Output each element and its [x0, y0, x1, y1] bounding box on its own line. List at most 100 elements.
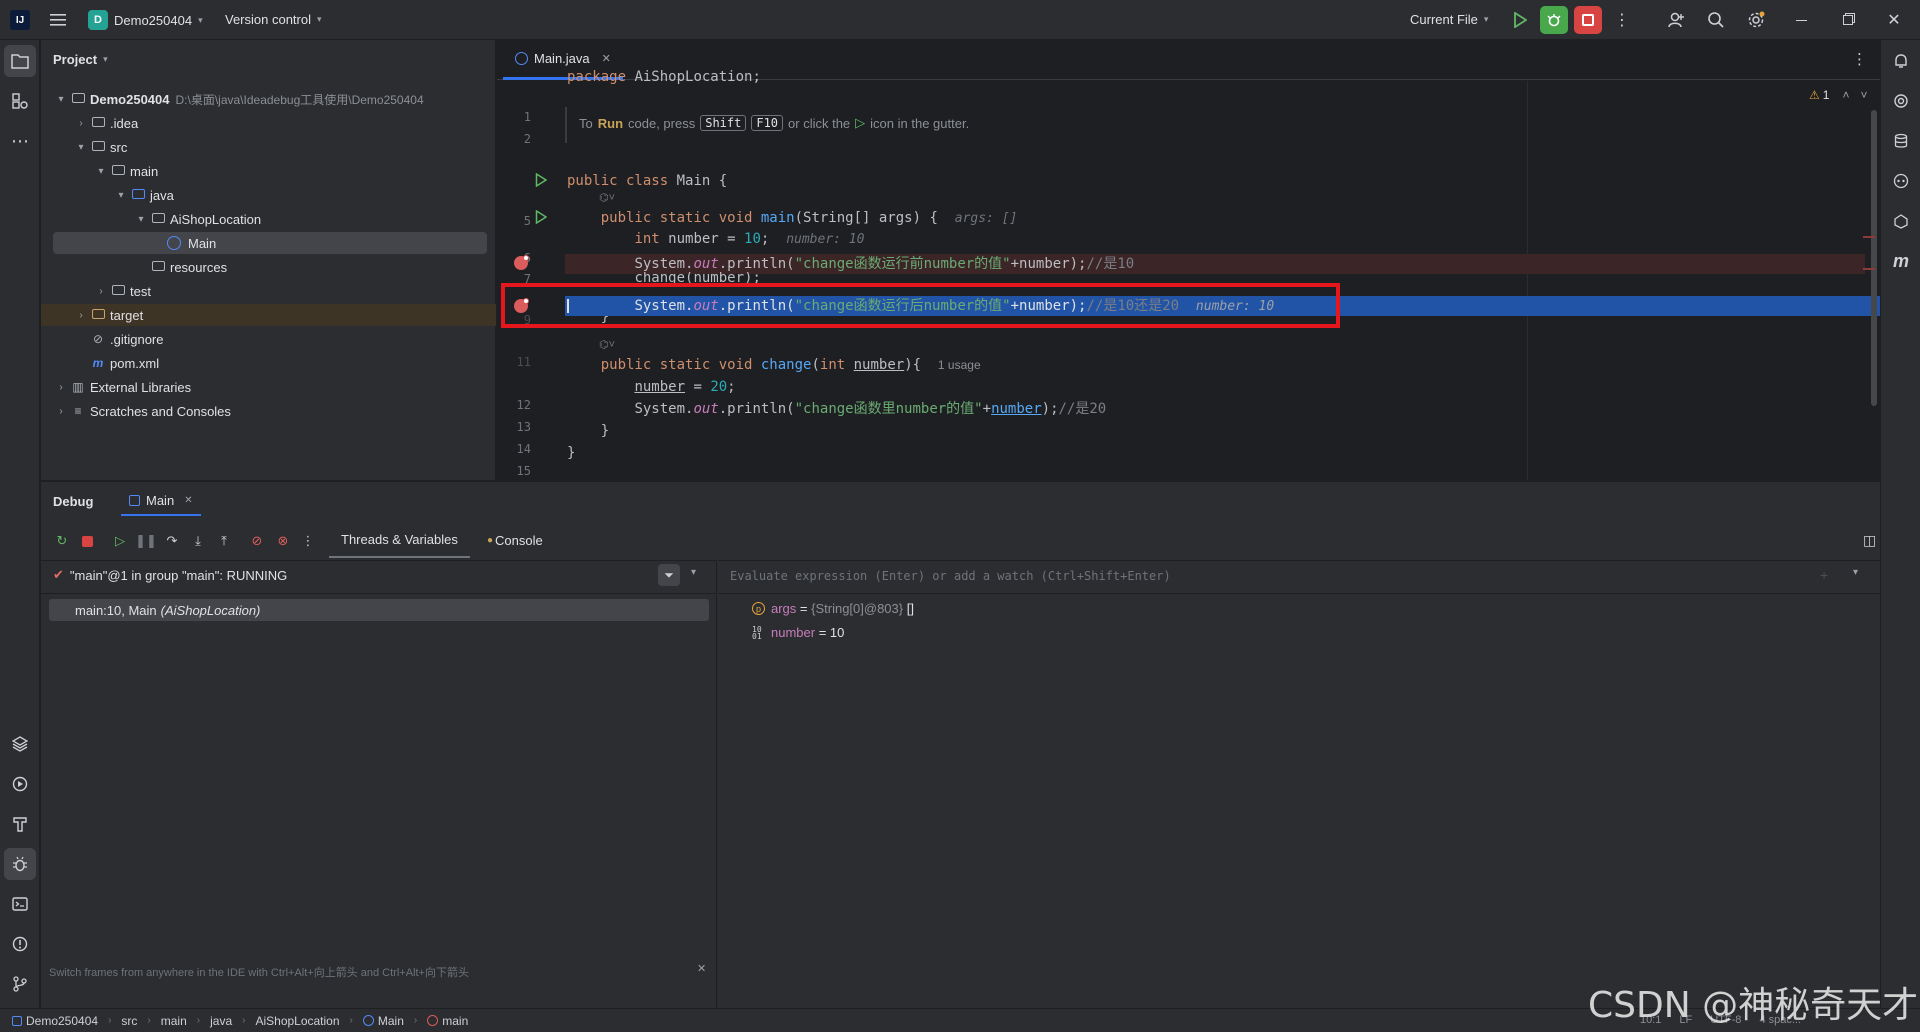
pause-icon[interactable]: ❚❚ — [135, 530, 157, 552]
layers-tool-icon[interactable] — [4, 728, 36, 760]
search-icon[interactable] — [1700, 4, 1732, 36]
plugin-icon[interactable] — [1885, 205, 1917, 237]
build-hammer-icon[interactable] — [4, 808, 36, 840]
rerun-icon[interactable]: ↻ — [51, 530, 73, 552]
more-tools-icon[interactable]: ⋯ — [4, 125, 36, 157]
database-icon[interactable] — [1885, 125, 1917, 157]
evaluate-expression-input[interactable]: Evaluate expression (Enter) or add a wat… — [730, 569, 1171, 583]
tab-threads-variables[interactable]: Threads & Variables — [329, 523, 470, 558]
main-menu-icon[interactable] — [42, 4, 74, 36]
code-line-6[interactable]: public static void main(String[] args) {… — [567, 208, 1018, 228]
tree-item-root[interactable]: ▾ Demo250404 D:\桌面\java\Ideadebug工具使用\De… — [41, 88, 496, 110]
settings-gear-icon[interactable] — [1740, 4, 1772, 36]
project-panel-header[interactable]: Project ▾ — [53, 52, 108, 67]
code-line-12[interactable]: public static void change(int number){ 1… — [567, 355, 981, 375]
editor-scrollbar-thumb[interactable] — [1871, 110, 1877, 406]
breadcrumb-item[interactable]: main — [161, 1014, 187, 1028]
code-line-7[interactable]: int number = 10; number: 10 — [567, 229, 864, 249]
tab-actions-icon[interactable]: ⋮ — [1852, 50, 1867, 68]
code-with-me-icon[interactable] — [1660, 4, 1692, 36]
close-tab-icon[interactable]: ✕ — [602, 52, 611, 65]
breakpoint-icon[interactable] — [514, 255, 529, 270]
maven-tool-icon[interactable]: m — [1885, 245, 1917, 277]
filter-icon[interactable]: ⏷ — [658, 564, 680, 586]
ai-assistant-icon[interactable] — [1885, 85, 1917, 117]
project-tool-icon[interactable] — [4, 45, 36, 77]
project-switcher[interactable]: D Demo250404 ▾ — [88, 10, 203, 30]
tree-item-main-class[interactable]: Main — [53, 232, 487, 254]
close-tab-icon[interactable]: ✕ — [184, 495, 192, 506]
code-line-8[interactable]: System.out.println("change函数运行前number的值"… — [567, 254, 1134, 274]
step-over-icon[interactable]: ↷ — [161, 530, 183, 552]
tree-item-main-folder[interactable]: ▾ main — [41, 160, 496, 182]
step-into-icon[interactable]: ⤓ — [187, 530, 209, 552]
close-window-icon[interactable]: ✕ — [1878, 4, 1910, 36]
code-line-14[interactable]: System.out.println("change函数里number的值"+n… — [567, 399, 1106, 419]
tree-item-gitignore[interactable]: ⊘ .gitignore — [41, 328, 496, 350]
restore-icon[interactable] — [1832, 4, 1864, 36]
step-out-icon[interactable]: ⤒ — [213, 530, 235, 552]
notifications-bell-icon[interactable] — [1885, 45, 1917, 77]
terminal-tool-icon[interactable] — [4, 888, 36, 920]
git-branch-icon[interactable] — [4, 968, 36, 1000]
run-config-selector[interactable]: Current File ▾ — [1410, 12, 1488, 27]
thread-selector[interactable]: ✔ "main"@1 in group "main": RUNNING — [53, 567, 287, 583]
breadcrumb-item[interactable]: AiShopLocation — [255, 1014, 339, 1028]
run-button[interactable] — [1504, 4, 1536, 36]
problems-tool-icon[interactable] — [4, 928, 36, 960]
structure-tool-icon[interactable] — [4, 85, 36, 117]
more-actions-icon[interactable]: ⋮ — [297, 530, 319, 552]
copilot-icon[interactable] — [1885, 165, 1917, 197]
tree-item-src[interactable]: ▾ src — [41, 136, 496, 158]
code-line-15[interactable]: } — [567, 421, 609, 441]
tree-item-idea[interactable]: › .idea — [41, 112, 496, 134]
usage-hint[interactable]: 1 usage — [938, 358, 981, 372]
chevron-down-icon[interactable]: ˅ — [1860, 88, 1867, 102]
error-stripe-mark[interactable] — [1863, 236, 1875, 238]
stack-frame-item[interactable]: main:10, Main (AiShopLocation) — [49, 599, 709, 621]
gutter-run-icon[interactable] — [535, 172, 548, 190]
code-line-13[interactable]: number = 20; — [567, 377, 735, 397]
close-tip-icon[interactable]: ✕ — [697, 962, 706, 975]
view-breakpoints-icon[interactable]: ⊘ — [246, 530, 268, 552]
inspection-widget[interactable]: ⚠ 1 ˄ ˅ — [1809, 88, 1867, 102]
tree-item-target[interactable]: › target — [41, 304, 496, 326]
gutter-run-icon[interactable] — [535, 209, 548, 227]
code-line-16[interactable]: } — [567, 443, 575, 463]
chevron-down-icon[interactable]: ▾ — [1853, 567, 1858, 578]
mute-breakpoints-icon[interactable]: ⊗ — [272, 530, 294, 552]
stop-button[interactable] — [1574, 6, 1602, 34]
tree-item-java[interactable]: ▾ java — [41, 184, 496, 206]
inlay-hint-icon[interactable]: ⌬˅ — [599, 191, 615, 204]
tree-item-package[interactable]: ▾ AiShopLocation — [41, 208, 496, 230]
tree-item-resources[interactable]: resources — [41, 256, 496, 278]
error-stripe-mark[interactable] — [1863, 268, 1875, 270]
layout-settings-icon[interactable]: ◫ — [1863, 532, 1876, 549]
tree-item-scratches[interactable]: › ≡ Scratches and Consoles — [41, 400, 496, 422]
tree-item-test[interactable]: › test — [41, 280, 496, 302]
tree-item-pom[interactable]: m pom.xml — [41, 352, 496, 374]
breadcrumb-item[interactable]: main — [427, 1014, 468, 1028]
debug-tool-icon[interactable] — [4, 848, 36, 880]
resume-icon[interactable]: ▷ — [109, 530, 131, 552]
breadcrumb-item[interactable]: Main — [362, 1014, 404, 1028]
hint-run-link[interactable]: Run — [598, 116, 623, 131]
chevron-down-icon[interactable]: ▾ — [691, 567, 696, 578]
debug-session-tab[interactable]: Main ✕ — [121, 486, 201, 516]
minimize-icon[interactable] — [1785, 4, 1817, 36]
more-actions-icon[interactable]: ⋮ — [1606, 4, 1638, 36]
services-tool-icon[interactable] — [4, 768, 36, 800]
version-control-menu[interactable]: Version control ▾ — [225, 12, 322, 27]
inlay-hint-icon[interactable]: ⌬˅ — [599, 338, 615, 351]
code-line-1[interactable]: package AiShopLocation; — [567, 67, 761, 87]
add-watch-icon[interactable]: + — [1820, 567, 1828, 583]
chevron-up-icon[interactable]: ˄ — [1842, 88, 1849, 102]
breadcrumb-item[interactable]: java — [210, 1014, 232, 1028]
debug-rerun-button[interactable] — [1540, 6, 1568, 34]
code-line-5[interactable]: public class Main { — [567, 171, 727, 191]
breadcrumb-item[interactable]: src — [121, 1014, 137, 1028]
tree-item-external-libraries[interactable]: › ▥ External Libraries — [41, 376, 496, 398]
tab-console[interactable]: ● Console — [483, 523, 547, 558]
stop-icon[interactable] — [76, 530, 98, 552]
variable-row-args[interactable]: p args = {String[0]@803} [] — [752, 601, 914, 616]
